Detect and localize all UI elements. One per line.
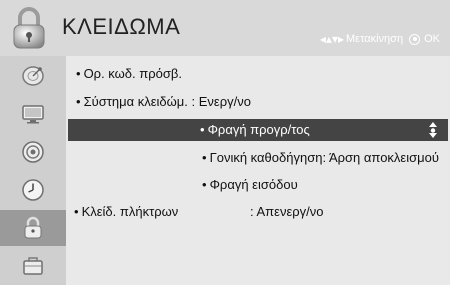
key-lock-value: : Απενεργ/νο xyxy=(250,204,324,219)
bullet: • xyxy=(202,150,207,165)
menu-item-label: Ορ. κωδ. πρόσβ. xyxy=(83,66,182,81)
bullet: • xyxy=(202,177,207,192)
sidebar-item-time[interactable] xyxy=(0,172,66,208)
menu-item-parental-guidance[interactable]: • Γονική καθοδήγηση: Άρση αποκλεισμού xyxy=(202,150,439,165)
briefcase-icon xyxy=(23,257,43,275)
hint-move-label: Μετακίνηση xyxy=(346,33,404,45)
speaker-icon xyxy=(22,141,44,163)
move-arrows-icon: ◂▴▾▸ xyxy=(319,32,344,46)
bullet: • xyxy=(200,122,205,137)
sidebar xyxy=(0,56,66,285)
navigation-hint: ◂▴▾▸ Μετακίνηση OK xyxy=(320,32,440,46)
monitor-icon xyxy=(22,105,44,124)
menu-item-key-lock[interactable]: • Κλείδ. πλήκτρων xyxy=(74,204,178,219)
sidebar-item-picture[interactable] xyxy=(0,96,66,132)
header: ΚΛΕΙΔΩΜΑ ◂▴▾▸ Μετακίνηση OK xyxy=(0,0,450,56)
menu-item-label: Φραγή προγρ/τος xyxy=(207,122,310,137)
menu-item-password[interactable]: • Ορ. κωδ. πρόσβ. xyxy=(76,66,182,81)
padlock-icon xyxy=(13,7,45,49)
sidebar-item-lock[interactable] xyxy=(0,210,66,246)
clock-icon xyxy=(22,179,44,201)
menu-item-block-program[interactable]: • Φραγή προγρ/τος xyxy=(68,119,448,141)
page-title: ΚΛΕΙΔΩΜΑ xyxy=(62,14,181,39)
sidebar-item-channel[interactable] xyxy=(0,58,66,94)
menu-panel: • Ορ. κωδ. πρόσβ. • Σύστημα κλειδώμ. : Ενε… xyxy=(66,56,450,285)
satellite-dish-icon xyxy=(22,66,44,86)
bullet: • xyxy=(74,204,79,219)
menu-item-input-block[interactable]: • Φραγή εισόδου xyxy=(202,177,298,192)
bullet: • xyxy=(76,94,81,109)
menu-item-label: Φραγή εισόδου xyxy=(209,177,298,192)
padlock-icon xyxy=(24,216,42,239)
menu-item-label: Κλείδ. πλήκτρων xyxy=(81,204,179,219)
select-arrow-icon xyxy=(429,122,437,138)
menu-item-label: Σύστημα κλειδώμ. : Ενεργ/νο xyxy=(83,94,251,109)
settings-window: ΚΛΕΙΔΩΜΑ ◂▴▾▸ Μετακίνηση OK • Ορ. κωδ. π… xyxy=(0,0,450,285)
ok-button-icon xyxy=(409,33,421,45)
menu-item-label: Γονική καθοδήγηση: Άρση αποκλεισμού xyxy=(209,150,439,165)
hint-ok-label: OK xyxy=(424,33,440,45)
bullet: • xyxy=(76,66,81,81)
menu-item-lock-system[interactable]: • Σύστημα κλειδώμ. : Ενεργ/νο xyxy=(76,94,251,109)
sidebar-item-audio[interactable] xyxy=(0,134,66,170)
sidebar-item-option[interactable] xyxy=(0,248,66,284)
